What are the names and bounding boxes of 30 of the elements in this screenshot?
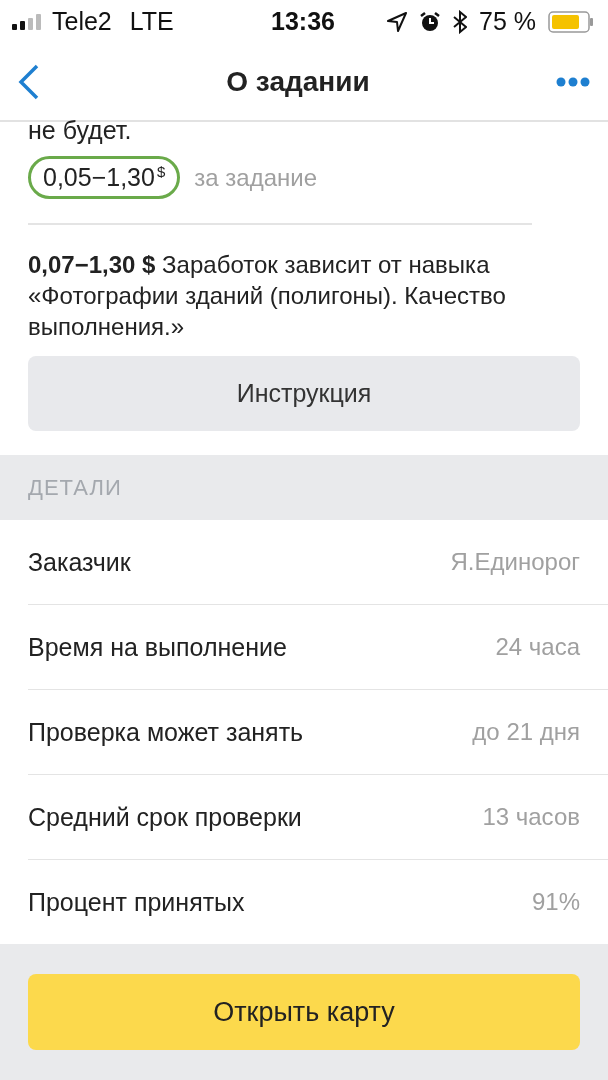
detail-value: 91% [531,888,580,916]
alarm-clock-icon [419,10,442,33]
currency-sign: $ [156,163,166,181]
detail-value: 13 часов [482,803,580,831]
detail-value: 24 часа [495,633,580,661]
price-note: за задание [194,163,317,192]
battery-percent: 75 % [479,7,536,37]
clock-time: 13:36 [271,7,335,37]
price-range: 0,05−1,30 [43,163,155,193]
detail-label: Заказчик [28,547,131,577]
detail-label: Проверка может занять [28,717,304,747]
detail-value: Я.Единорог [450,548,580,576]
instruction-button[interactable]: Инструкция [28,356,580,432]
battery-icon [548,10,594,33]
section-title: ДЕТАЛИ [28,474,122,501]
network-type: LTE [129,7,174,37]
detail-label: Процент принятых [28,887,245,917]
description-text: не будет. [28,115,133,147]
signal-icon [12,13,42,30]
location-arrow-icon [387,11,408,32]
screen-title: О задании [226,65,370,98]
back-chevron-icon[interactable] [18,63,40,100]
earnings-text: 0,07−1,30 $ Заработок зависит от навыка «Фотографии зданий (полигоны). Качество выполнения.» [28,250,507,343]
detail-value: до 21 дня [472,718,580,746]
bluetooth-icon [453,9,468,34]
carrier-name: Tele2 [52,7,112,37]
open-map-button[interactable]: Открыть карту [28,974,580,1050]
more-icon[interactable] [556,76,590,87]
detail-label: Время на выполнение [28,632,287,662]
detail-label: Средний срок проверки [28,802,302,832]
